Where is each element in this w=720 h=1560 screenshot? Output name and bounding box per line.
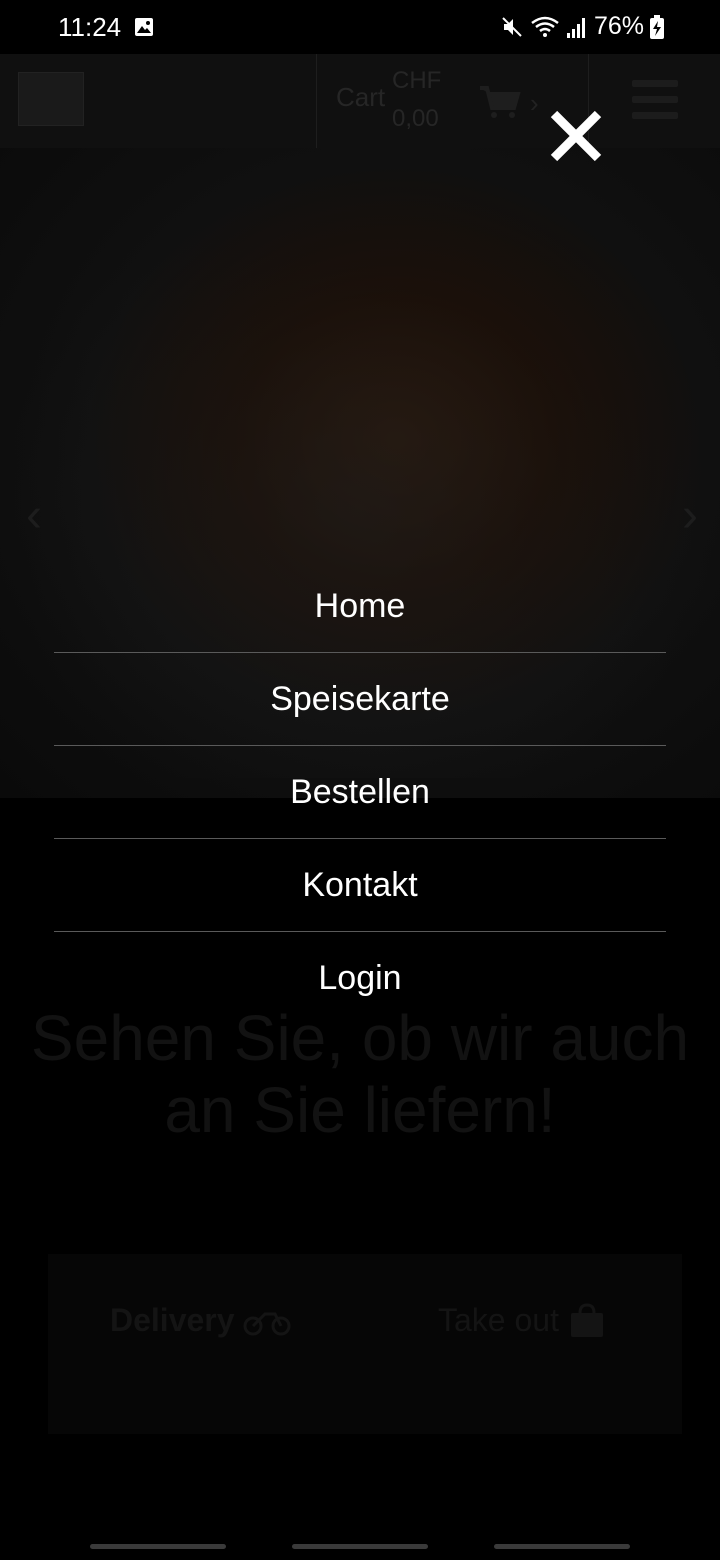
status-time: 11:24 (58, 12, 122, 42)
status-icons: 76% (500, 12, 664, 41)
menu-overlay: Home Speisekarte Bestellen Kontakt Login (0, 54, 720, 1560)
close-icon[interactable] (546, 106, 606, 166)
menu-item-home[interactable]: Home (54, 560, 666, 653)
nav-recent-handle[interactable] (90, 1544, 226, 1549)
image-icon (135, 18, 153, 36)
status-bar: 11:24 76% (0, 0, 720, 54)
nav-back-handle[interactable] (494, 1544, 630, 1549)
wifi-icon (531, 16, 559, 37)
battery-charging-icon (650, 14, 664, 39)
mute-icon (502, 16, 522, 37)
nav-menu: Home Speisekarte Bestellen Kontakt Login (54, 560, 666, 1024)
menu-item-kontakt[interactable]: Kontakt (54, 839, 666, 932)
gesture-nav-bar (0, 1530, 720, 1560)
nav-home-handle[interactable] (292, 1544, 428, 1549)
menu-item-speisekarte[interactable]: Speisekarte (54, 653, 666, 746)
menu-item-bestellen[interactable]: Bestellen (54, 746, 666, 839)
battery-percent: 76% (593, 12, 644, 40)
menu-item-login[interactable]: Login (54, 932, 666, 1024)
signal-icon (566, 17, 585, 38)
